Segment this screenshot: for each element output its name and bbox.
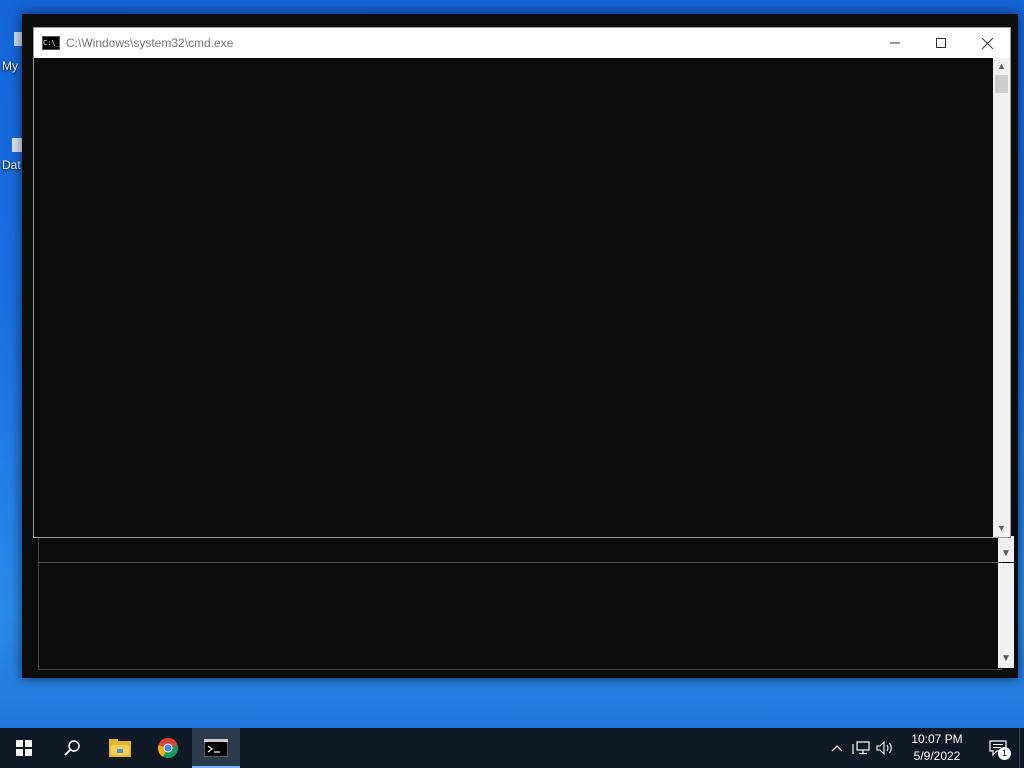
chrome-icon: [157, 738, 179, 759]
vertical-scrollbar[interactable]: ▲ ▼: [993, 58, 1010, 537]
cmd-taskbar-button[interactable]: [192, 728, 240, 768]
scroll-down-arrow-icon[interactable]: ▼: [998, 651, 1014, 667]
notification-badge: 1: [998, 747, 1011, 760]
maximize-icon: [936, 38, 946, 48]
start-button[interactable]: [0, 728, 48, 768]
network-button[interactable]: [849, 728, 873, 768]
system-tray: 10:07 PM 5/9/2022 1: [825, 728, 1024, 768]
cmd-window[interactable]: C:\_ C:\Windows\system32\cmd.exe ▲ ▼: [33, 27, 1011, 538]
close-icon: [981, 37, 993, 49]
speaker-icon: [876, 741, 892, 755]
clock-date: 5/9/2022: [913, 749, 961, 763]
taskbar: 10:07 PM 5/9/2022 1: [0, 728, 1024, 768]
minimize-button[interactable]: [872, 28, 918, 58]
cmd-app-icon: C:\_: [42, 36, 60, 50]
scroll-down-arrow-icon[interactable]: ▼: [998, 546, 1014, 562]
network-icon: [852, 741, 870, 755]
close-button[interactable]: [964, 28, 1010, 58]
file-explorer-button[interactable]: [96, 728, 144, 768]
scrollbar-thumb[interactable]: [995, 75, 1008, 93]
file-explorer-icon: [109, 739, 131, 757]
cmd-icon: [204, 739, 228, 757]
bg-scrollbar-upper[interactable]: ▼: [998, 536, 1014, 562]
desktop-icon-label: Dat: [2, 158, 21, 172]
maximize-button[interactable]: [918, 28, 964, 58]
taskbar-clock[interactable]: 10:07 PM 5/9/2022: [897, 731, 977, 765]
search-button[interactable]: [48, 728, 96, 768]
clock-time: 10:07 PM: [911, 732, 963, 746]
scroll-up-arrow-icon[interactable]: ▲: [993, 58, 1010, 75]
chevron-up-icon: [831, 745, 843, 752]
window-title: C:\Windows\system32\cmd.exe: [66, 36, 234, 50]
show-desktop-button[interactable]: [1019, 728, 1024, 768]
title-bar[interactable]: C:\_ C:\Windows\system32\cmd.exe: [34, 28, 1010, 58]
minimize-icon: [890, 42, 900, 44]
chrome-button[interactable]: [144, 728, 192, 768]
console-output-area[interactable]: [34, 58, 994, 537]
action-center-button[interactable]: 1: [977, 728, 1019, 768]
pane-divider: [38, 562, 1000, 563]
volume-button[interactable]: [873, 728, 897, 768]
windows-start-icon: [16, 740, 32, 756]
desktop-icon-label: My: [2, 59, 18, 73]
show-hidden-icons-button[interactable]: [825, 728, 849, 768]
search-icon: [64, 740, 80, 756]
scroll-down-arrow-icon[interactable]: ▼: [993, 520, 1010, 537]
bg-scrollbar-lower[interactable]: ▼: [998, 563, 1014, 668]
console-lower-pane: [38, 536, 1002, 670]
